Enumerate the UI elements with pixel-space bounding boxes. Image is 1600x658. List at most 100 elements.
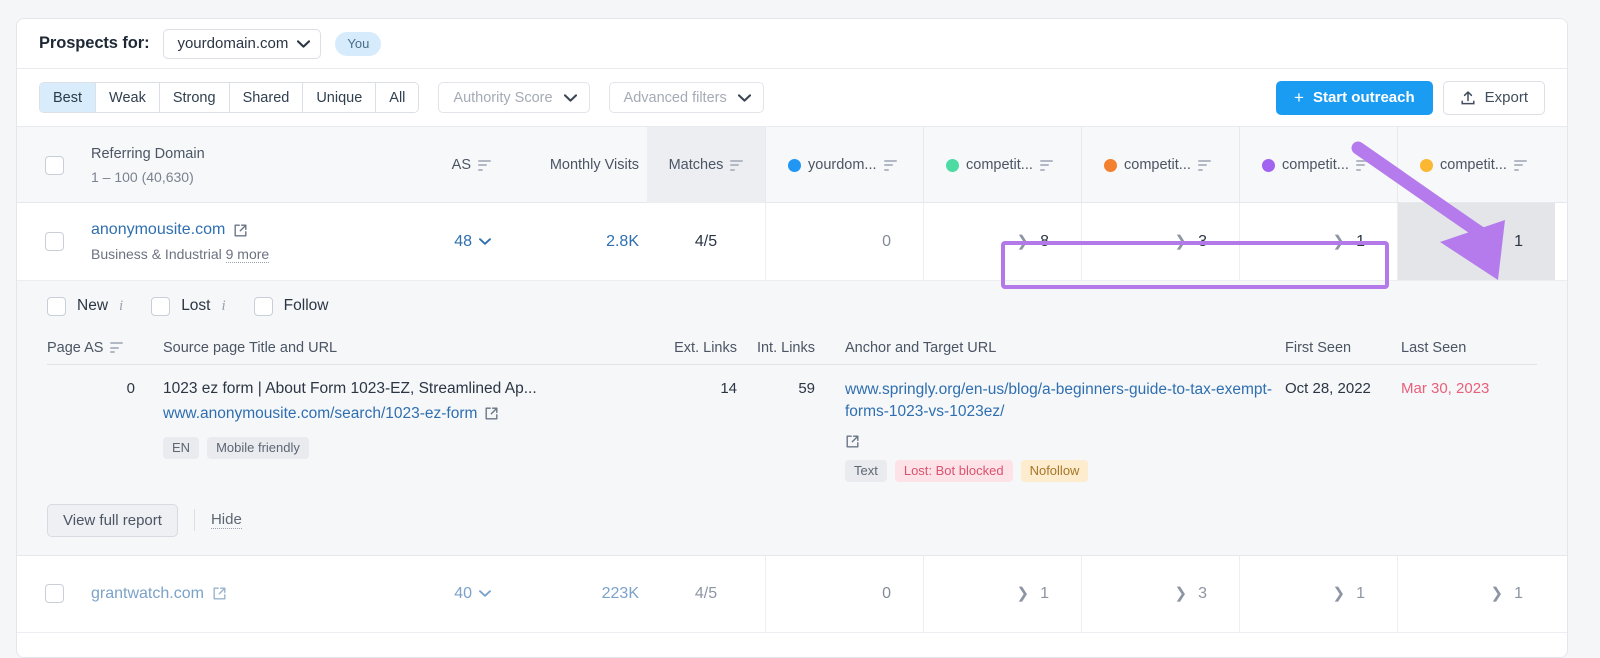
tab-best[interactable]: Best: [40, 83, 96, 112]
series-dot-icon: [1104, 159, 1117, 172]
col-page-as[interactable]: Page AS: [47, 340, 163, 356]
filter-lost[interactable]: Lost i: [151, 297, 225, 316]
col-competitor-1[interactable]: competit...: [923, 127, 1081, 203]
col-authority-score[interactable]: AS: [417, 127, 513, 203]
chevron-right-icon[interactable]: ❯: [1017, 586, 1030, 601]
new-checkbox[interactable]: [47, 297, 66, 316]
info-icon[interactable]: i: [222, 299, 226, 314]
sort-icon[interactable]: [110, 342, 123, 353]
row-competitor-4-cell[interactable]: ❯ 1: [1397, 556, 1555, 632]
tab-weak[interactable]: Weak: [96, 83, 160, 112]
as-number: 40: [454, 585, 472, 603]
domain-category-more[interactable]: 9 more: [226, 246, 270, 263]
sort-icon[interactable]: [1040, 160, 1053, 171]
table-header: Referring Domain 1 – 100 (40,630) AS Mon…: [17, 127, 1567, 203]
row-competitor-1-cell[interactable]: ❯ 8: [923, 203, 1081, 280]
row-competitor-4-cell[interactable]: ❯ 1: [1397, 203, 1555, 280]
sort-icon[interactable]: [1198, 160, 1211, 171]
competitor-4-wrap: ❯ 1: [1398, 556, 1555, 632]
chevron-right-icon[interactable]: ❯: [1017, 234, 1030, 249]
follow-checkbox[interactable]: [254, 297, 273, 316]
filter-follow-label: Follow: [284, 297, 329, 315]
export-button[interactable]: Export: [1443, 81, 1545, 115]
sort-icon[interactable]: [730, 160, 743, 171]
chevron-right-icon[interactable]: ❯: [1333, 234, 1346, 249]
tab-all[interactable]: All: [376, 83, 418, 112]
chevron-down-icon[interactable]: ❯: [1492, 235, 1503, 248]
row-competitor-2-cell[interactable]: ❯ 3: [1081, 556, 1239, 632]
filter-new[interactable]: New i: [47, 297, 123, 316]
referring-domain-text: anonymousite.com: [91, 221, 225, 239]
ext-links-value: 14: [643, 379, 737, 482]
series-dot-icon: [788, 159, 801, 172]
col-competitor-3[interactable]: competit...: [1239, 127, 1397, 203]
chevron-right-icon[interactable]: ❯: [1175, 234, 1188, 249]
table-row: grantwatch.com 40 223K: [17, 555, 1567, 633]
external-link-icon[interactable]: [212, 586, 227, 601]
col-source-page: Source page Title and URL: [163, 340, 643, 356]
authority-score-filter[interactable]: Authority Score: [438, 82, 589, 113]
chevron-right-icon[interactable]: ❯: [1175, 586, 1188, 601]
start-outreach-button[interactable]: + Start outreach: [1276, 81, 1433, 115]
domain-select[interactable]: yourdomain.com: [163, 29, 321, 59]
referring-domain-text: grantwatch.com: [91, 585, 204, 603]
sort-icon[interactable]: [884, 160, 897, 171]
row-competitor-2-cell[interactable]: ❯ 3: [1081, 203, 1239, 280]
col-competitor-2-label: competit...: [1124, 157, 1191, 173]
target-url-text: www.springly.org/en-us/blog/a-beginners-…: [845, 379, 1285, 424]
plus-icon: +: [1294, 89, 1304, 106]
external-link-icon[interactable]: [484, 406, 499, 421]
competitor-2-value: 3: [1198, 233, 1207, 251]
col-matches[interactable]: Matches: [647, 127, 765, 203]
source-page-url[interactable]: www.anonymousite.com/search/1023-ez-form: [163, 403, 643, 425]
referring-domain-link[interactable]: grantwatch.com: [91, 585, 227, 603]
col-monthly-visits[interactable]: Monthly Visits: [513, 127, 647, 203]
col-page-as-label: Page AS: [47, 340, 103, 356]
source-page-cell: 1023 ez form | About Form 1023-EZ, Strea…: [163, 379, 643, 482]
info-icon[interactable]: i: [119, 299, 123, 314]
sort-icon[interactable]: [478, 160, 491, 171]
view-full-report-button[interactable]: View full report: [47, 504, 178, 537]
col-competitor-0[interactable]: yourdom...: [765, 127, 923, 203]
external-link-icon[interactable]: [845, 434, 860, 449]
competitor-1-wrap: ❯ 1: [924, 556, 1081, 632]
chevron-right-icon[interactable]: ❯: [1333, 586, 1346, 601]
competitor-1-value: 8: [1040, 233, 1049, 251]
col-competitor-4[interactable]: competit...: [1397, 127, 1555, 203]
select-all-checkbox[interactable]: [45, 156, 64, 175]
backlink-filters: New i Lost i Follow: [17, 281, 1567, 331]
row-competitor-3-cell[interactable]: ❯ 1: [1239, 556, 1397, 632]
divider: [194, 509, 195, 531]
row-checkbox[interactable]: [45, 232, 64, 251]
col-matches-label: Matches: [669, 157, 724, 173]
filter-follow[interactable]: Follow: [254, 297, 329, 316]
advanced-filters-dropdown[interactable]: Advanced filters: [609, 82, 764, 113]
col-as-label: AS: [452, 157, 471, 173]
tab-strong[interactable]: Strong: [160, 83, 230, 112]
prospects-header: Prospects for: yourdomain.com You: [17, 19, 1567, 69]
sort-icon[interactable]: [1514, 160, 1527, 171]
lost-checkbox[interactable]: [151, 297, 170, 316]
authority-score-value[interactable]: 48: [454, 233, 491, 251]
authority-score-filter-label: Authority Score: [453, 90, 552, 106]
referring-domain-link[interactable]: anonymousite.com: [91, 221, 248, 239]
col-referring-domain[interactable]: Referring Domain 1 – 100 (40,630): [91, 127, 417, 203]
target-url-link[interactable]: www.springly.org/en-us/blog/a-beginners-…: [845, 379, 1285, 449]
monthly-visits-value[interactable]: 223K: [602, 585, 639, 603]
authority-score-value[interactable]: 40: [454, 585, 491, 603]
row-select-cell: [17, 203, 91, 280]
page-as-value: 0: [47, 379, 163, 482]
row-competitor-1-cell[interactable]: ❯ 1: [923, 556, 1081, 632]
monthly-visits-value[interactable]: 2.8K: [606, 233, 639, 251]
row-own-cell: 0: [765, 203, 923, 280]
hide-link[interactable]: Hide: [211, 511, 242, 529]
tab-unique[interactable]: Unique: [303, 83, 376, 112]
tab-shared[interactable]: Shared: [230, 83, 304, 112]
row-checkbox[interactable]: [45, 584, 64, 603]
chevron-right-icon[interactable]: ❯: [1491, 586, 1504, 601]
series-dot-icon: [946, 159, 959, 172]
sort-icon[interactable]: [1356, 160, 1369, 171]
external-link-icon[interactable]: [233, 223, 248, 238]
row-competitor-3-cell[interactable]: ❯ 1: [1239, 203, 1397, 280]
col-competitor-2[interactable]: competit...: [1081, 127, 1239, 203]
